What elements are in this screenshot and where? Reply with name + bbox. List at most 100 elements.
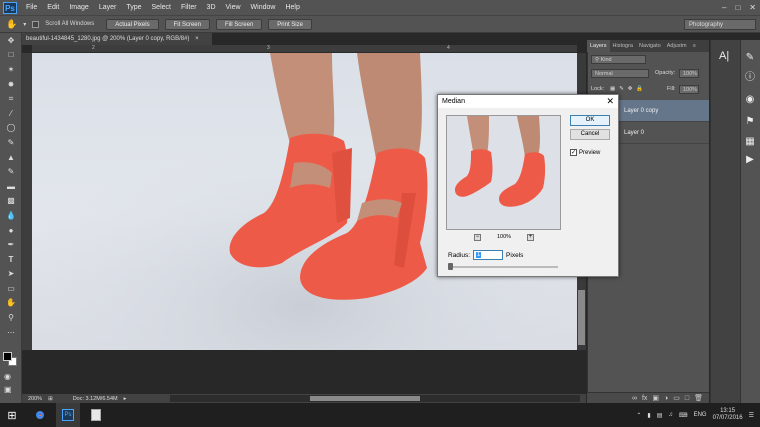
menu-select[interactable]: Select xyxy=(147,0,176,15)
dialog-close-icon[interactable]: ✕ xyxy=(606,95,614,108)
tab-adjustments[interactable]: Adjustm xyxy=(664,40,690,52)
menu-image[interactable]: Image xyxy=(64,0,93,15)
tab-histogram[interactable]: Histogra xyxy=(610,40,636,52)
chrome-icon[interactable] xyxy=(28,403,52,427)
clone-stamp-tool-icon[interactable]: ▲ xyxy=(0,150,22,165)
libraries-icon[interactable]: ✎ xyxy=(744,52,756,64)
show-hidden-icons-icon[interactable]: ⌃ xyxy=(636,412,641,419)
radius-input[interactable]: 1 xyxy=(473,250,504,260)
keyboard-icon[interactable]: ⌨ xyxy=(679,412,688,419)
menu-edit[interactable]: Edit xyxy=(42,0,64,15)
menu-file[interactable]: File xyxy=(21,0,42,15)
foreground-color-swatch[interactable] xyxy=(3,352,12,361)
quick-select-tool-icon[interactable]: ✸ xyxy=(0,77,22,92)
tool-preset-chevron-icon[interactable]: ▾ xyxy=(23,21,26,28)
status-menu-chevron-icon[interactable]: ▸ xyxy=(124,396,127,402)
crop-tool-icon[interactable]: ⌗ xyxy=(0,91,22,106)
brush-presets-icon[interactable]: ⚑ xyxy=(744,116,756,128)
pen-tool-icon[interactable]: ✒ xyxy=(0,237,22,252)
close-tab-icon[interactable]: × xyxy=(195,36,199,42)
menu-3d[interactable]: 3D xyxy=(202,0,221,15)
preview-checkbox[interactable]: ✓ xyxy=(570,149,577,156)
battery-icon[interactable]: ▮ xyxy=(647,412,650,419)
layer-filter-kind[interactable]: ⚲ Kind xyxy=(591,55,646,64)
new-layer-icon[interactable]: □ xyxy=(685,395,689,402)
windows-start-icon[interactable]: ⊞ xyxy=(0,403,24,427)
hand-tool-icon[interactable]: ✋ xyxy=(0,296,22,311)
clock[interactable]: 13:15 07/07/2016 xyxy=(713,408,743,422)
minimize-icon[interactable]: – xyxy=(722,3,726,12)
file-explorer-icon[interactable] xyxy=(84,403,108,427)
path-selection-tool-icon[interactable]: ➤ xyxy=(0,267,22,282)
preview-option[interactable]: ✓ Preview xyxy=(570,149,600,156)
healing-brush-tool-icon[interactable]: ◯ xyxy=(0,121,22,136)
export-icon[interactable]: ⊞ xyxy=(48,396,53,402)
network-icon[interactable]: ▤ xyxy=(657,412,663,419)
dodge-tool-icon[interactable]: ● xyxy=(0,223,22,238)
ok-button[interactable]: OK xyxy=(570,115,610,126)
add-mask-icon[interactable]: ▣ xyxy=(652,394,659,402)
history-brush-tool-icon[interactable]: ✎ xyxy=(0,164,22,179)
fill-screen-button[interactable]: Fill Screen xyxy=(215,18,263,30)
zoom-level[interactable]: 200% xyxy=(28,396,42,402)
opacity-field[interactable]: 100% xyxy=(679,69,699,78)
new-group-icon[interactable]: ▭ xyxy=(673,394,680,402)
tab-layers[interactable]: Layers xyxy=(587,40,610,52)
scroll-all-windows-checkbox[interactable] xyxy=(32,20,40,28)
language-indicator[interactable]: ENG xyxy=(694,412,707,418)
menu-view[interactable]: View xyxy=(221,0,246,15)
zoom-tool-icon[interactable]: ⚲ xyxy=(0,310,22,325)
panel-tabs: Layers Histogra Navigato Adjustm ≡ xyxy=(587,40,709,52)
gradient-tool-icon[interactable]: ▩ xyxy=(0,194,22,209)
menu-filter[interactable]: Filter xyxy=(176,0,202,15)
radius-slider-thumb[interactable] xyxy=(448,263,453,270)
lock-icons[interactable]: ▦✎✥🔒 xyxy=(610,84,647,94)
horizontal-scroll-thumb[interactable] xyxy=(310,396,420,401)
action-center-icon[interactable]: ☰ xyxy=(749,412,754,419)
color-icon[interactable]: ◉ xyxy=(744,94,756,106)
actual-pixels-button[interactable]: Actual Pixels xyxy=(106,18,159,30)
restore-icon[interactable]: □ xyxy=(735,3,740,12)
menu-layer[interactable]: Layer xyxy=(94,0,122,15)
vertical-scroll-thumb[interactable] xyxy=(578,290,585,345)
print-size-button[interactable]: Print Size xyxy=(268,18,312,30)
eyedropper-tool-icon[interactable]: ⁄ xyxy=(0,106,22,121)
delete-layer-icon[interactable]: 🗑 xyxy=(694,394,703,402)
properties-icon[interactable]: ▦ xyxy=(744,136,756,148)
actions-icon[interactable]: ▶ xyxy=(744,154,756,166)
blur-tool-icon[interactable]: 💧 xyxy=(0,208,22,223)
screen-mode-icon[interactable]: ▣ xyxy=(4,385,12,394)
fill-field[interactable]: 100% xyxy=(679,85,699,94)
document-tab[interactable]: beautiful-1434845_1280.jpg @ 200% (Layer… xyxy=(22,33,212,45)
menu-window[interactable]: Window xyxy=(246,0,281,15)
rectangle-tool-icon[interactable]: ▭ xyxy=(0,281,22,296)
cancel-button[interactable]: Cancel xyxy=(570,129,610,140)
volume-icon[interactable]: ♫ xyxy=(668,412,673,418)
filter-preview[interactable] xyxy=(446,115,561,230)
radius-slider-track[interactable] xyxy=(448,266,558,268)
adjustment-layer-icon[interactable]: ◑ xyxy=(664,395,668,402)
link-layers-icon[interactable]: ∞ xyxy=(632,395,637,402)
marquee-tool-icon[interactable]: □ xyxy=(0,48,22,63)
character-panel-icon[interactable]: A| xyxy=(719,50,729,62)
brush-tool-icon[interactable]: ✎ xyxy=(0,135,22,150)
tab-navigator[interactable]: Navigato xyxy=(636,40,664,52)
quick-mask-icon[interactable]: ◉ xyxy=(4,372,11,381)
blend-mode-select[interactable]: Normal xyxy=(591,69,649,78)
menu-help[interactable]: Help xyxy=(280,0,304,15)
move-tool-icon[interactable]: ✥ xyxy=(0,33,22,48)
type-tool-icon[interactable]: T xyxy=(0,252,22,267)
menu-type[interactable]: Type xyxy=(121,0,146,15)
photoshop-taskbar-icon[interactable]: Ps xyxy=(56,403,80,427)
close-icon[interactable]: ✕ xyxy=(749,3,756,12)
workspace-switcher[interactable]: Photography xyxy=(684,19,756,30)
eraser-tool-icon[interactable]: ▬ xyxy=(0,179,22,194)
zoom-in-button[interactable]: + xyxy=(526,233,534,241)
info-icon[interactable]: ⓘ xyxy=(744,72,756,84)
edit-toolbar-icon[interactable]: ⋯ xyxy=(0,325,22,340)
zoom-out-button[interactable]: − xyxy=(474,233,481,241)
panel-menu-icon[interactable]: ≡ xyxy=(690,40,699,52)
layer-style-icon[interactable]: fx xyxy=(642,395,647,402)
fit-screen-button[interactable]: Fit Screen xyxy=(164,18,210,30)
lasso-tool-icon[interactable]: ✶ xyxy=(0,62,22,77)
